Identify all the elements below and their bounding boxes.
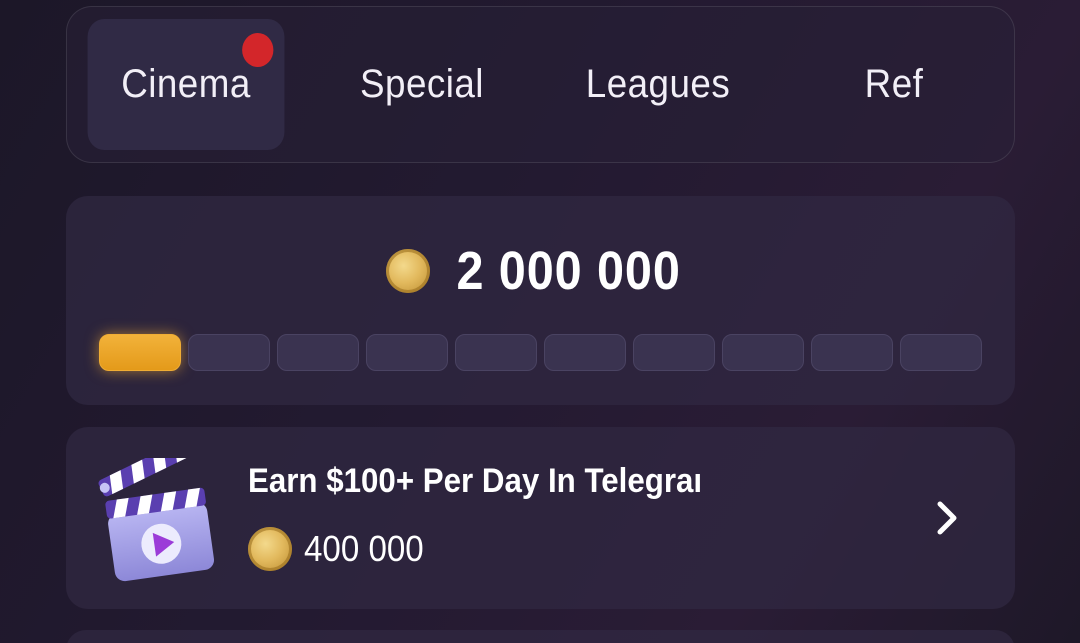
progress-segment — [722, 334, 804, 371]
notification-badge — [242, 33, 274, 67]
tab-label: Cinema — [121, 62, 251, 106]
progress-segment — [99, 334, 181, 371]
task-title: Earn $100+ Per Day In Telegraı — [248, 462, 703, 500]
coin-icon — [386, 249, 431, 293]
progress-bar — [99, 334, 982, 371]
progress-segment — [455, 334, 537, 371]
progress-segment — [277, 334, 359, 371]
progress-segment — [900, 334, 982, 371]
chevron-right-icon[interactable] — [930, 498, 966, 538]
progress-segment — [188, 334, 270, 371]
balance-value: 2 000 000 — [456, 241, 682, 301]
tab-leagues[interactable]: Leagues — [560, 19, 757, 150]
task-reward-value: 400 000 — [304, 528, 424, 569]
tab-ref[interactable]: Ref — [796, 19, 993, 150]
progress-segment — [811, 334, 893, 371]
tab-cinema[interactable]: Cinema — [87, 19, 285, 150]
balance-display: 2 000 000 — [0, 240, 1080, 302]
tab-bar: Cinema Special Leagues Ref — [66, 6, 1015, 163]
progress-segment — [633, 334, 715, 371]
tab-label: Leagues — [585, 62, 731, 106]
tab-label: Special — [360, 62, 484, 106]
tab-special[interactable]: Special — [324, 19, 521, 150]
clapperboard-icon — [98, 458, 215, 582]
progress-segment — [366, 334, 448, 371]
tab-label: Ref — [864, 62, 924, 106]
task-reward: 400 000 — [248, 527, 434, 571]
coin-icon — [248, 527, 292, 571]
task-card-next[interactable] — [66, 630, 1015, 643]
progress-segment — [544, 334, 626, 371]
